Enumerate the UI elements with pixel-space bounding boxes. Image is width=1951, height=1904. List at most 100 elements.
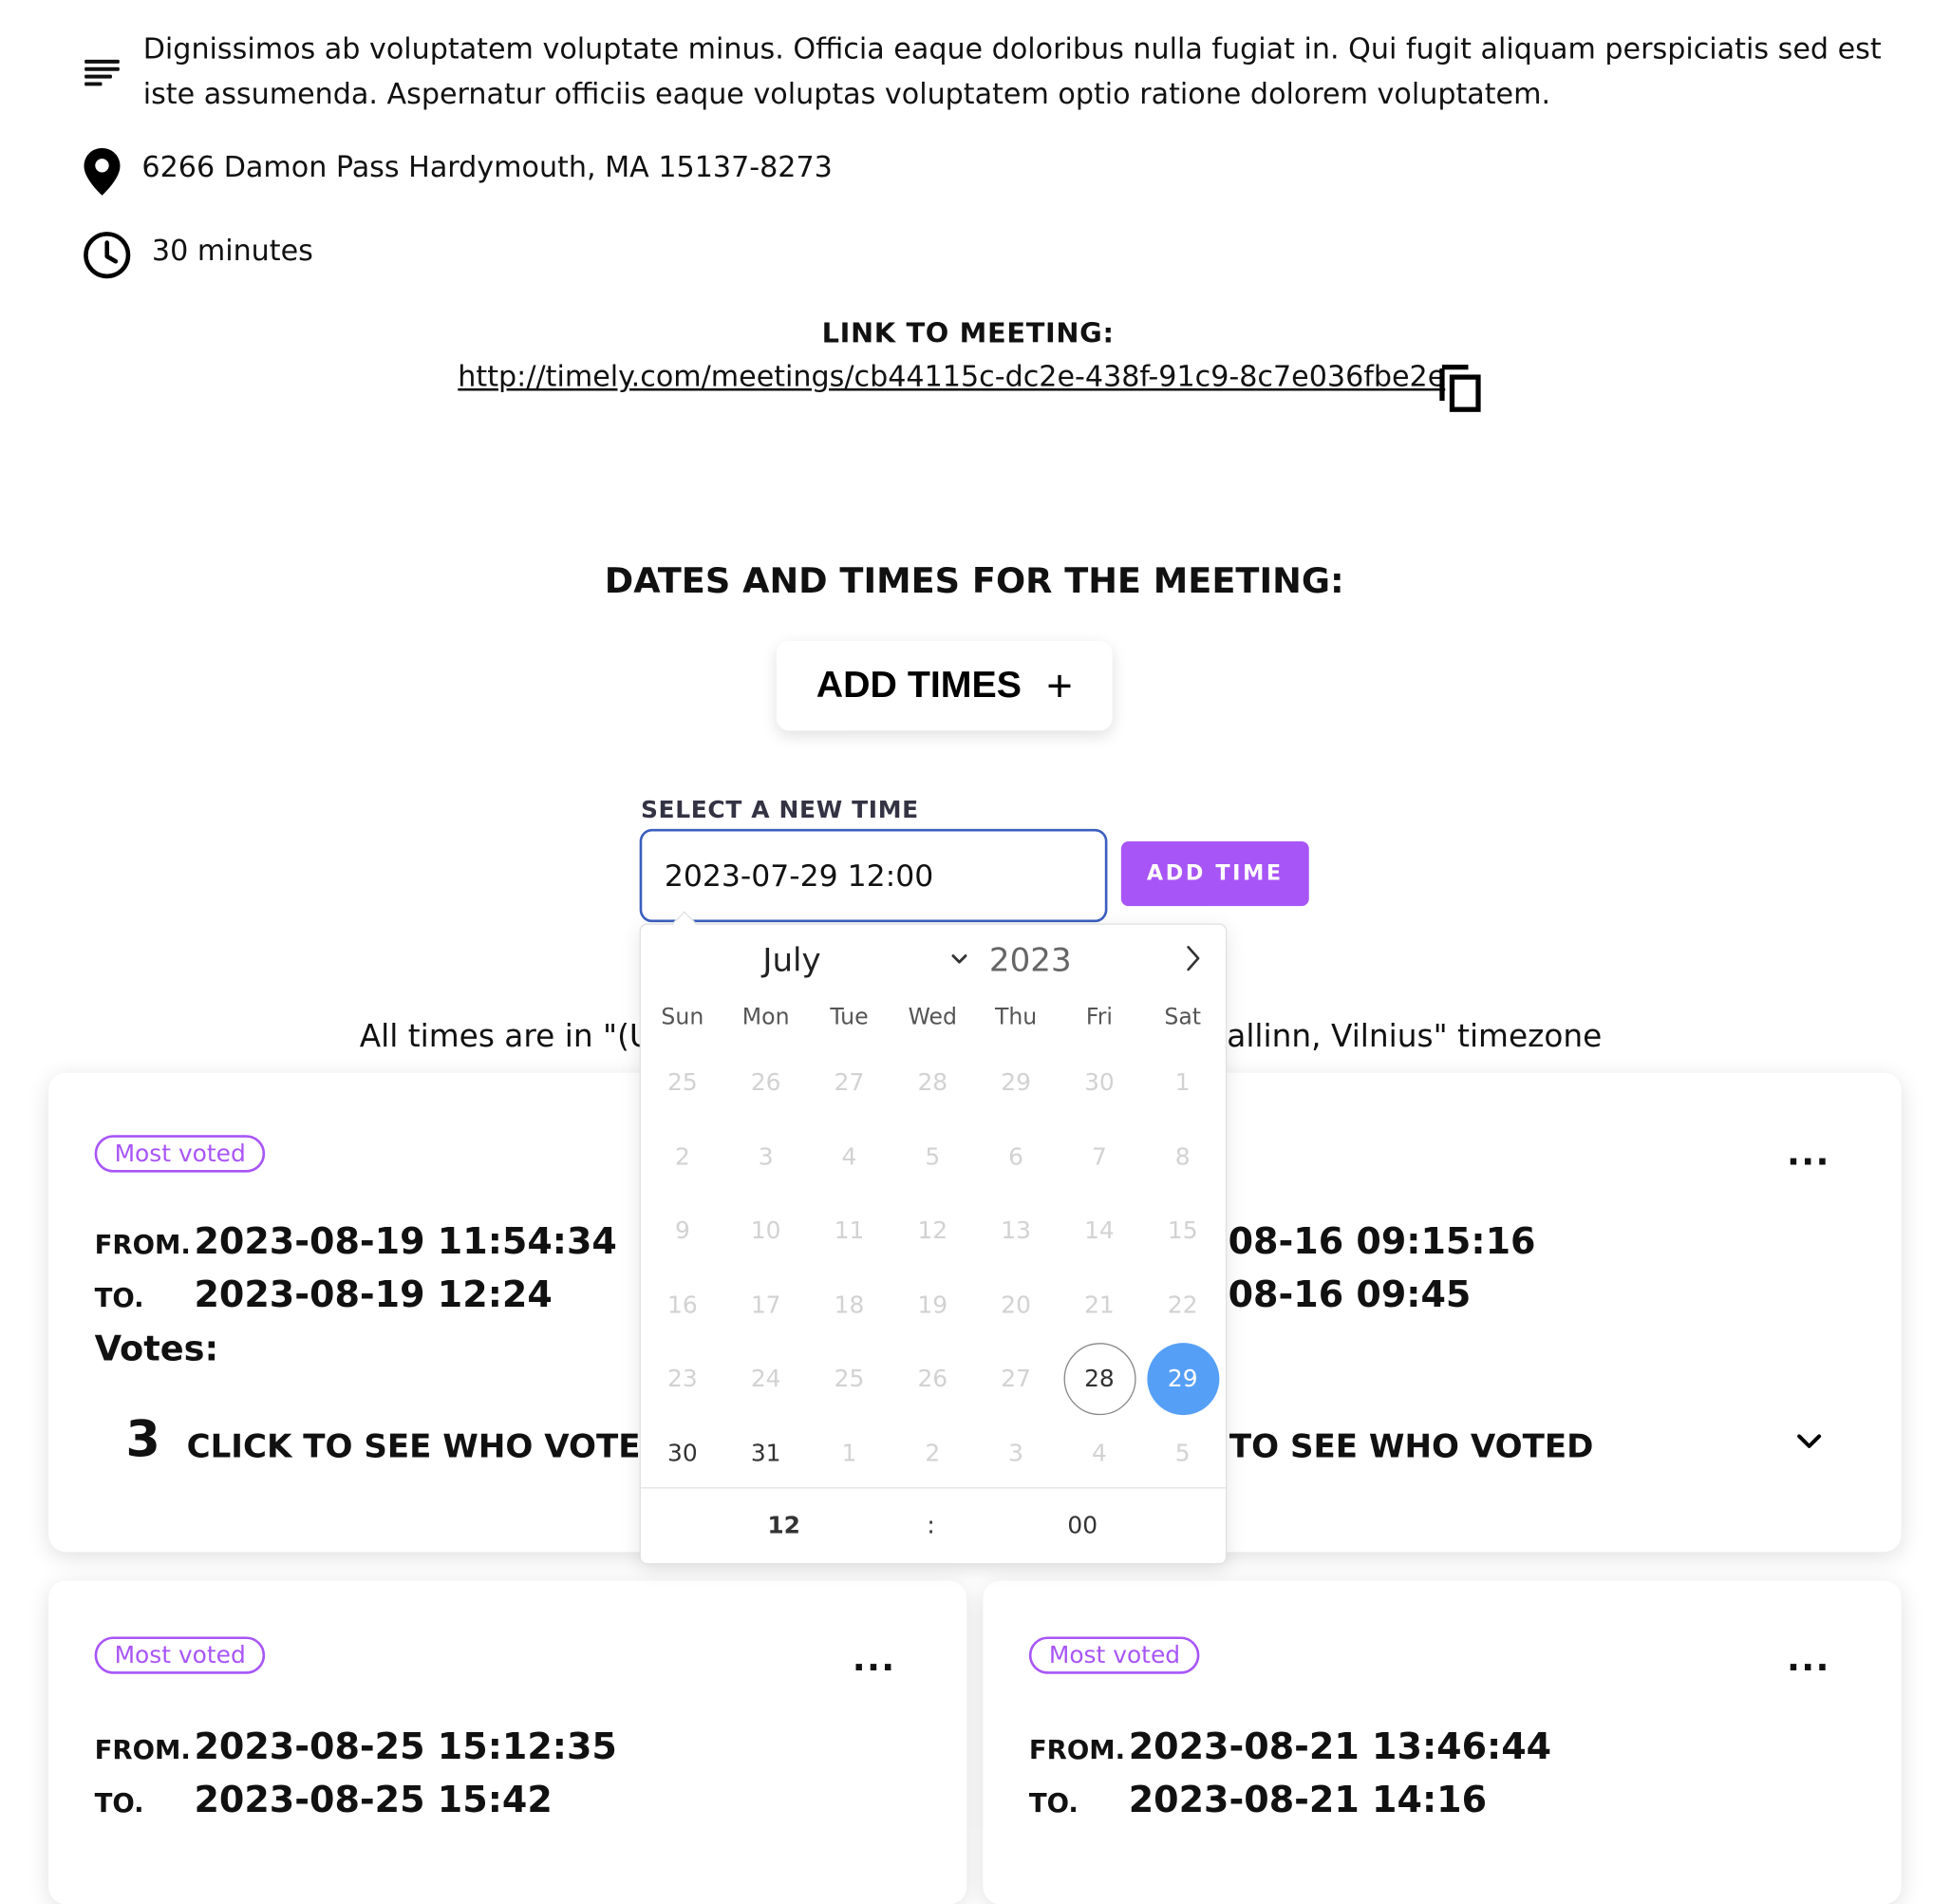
weekday-header: Sat bbox=[1164, 1004, 1202, 1031]
votes-label: Votes: bbox=[94, 1328, 219, 1369]
meeting-location: 6266 Damon Pass Hardymouth, MA 15137-827… bbox=[141, 151, 833, 184]
datetime-input[interactable] bbox=[639, 828, 1108, 923]
calendar-day-today[interactable]: 28 bbox=[1062, 1343, 1135, 1416]
location-pin-icon bbox=[84, 147, 121, 196]
select-time-label: SELECT A NEW TIME bbox=[640, 796, 919, 824]
most-voted-badge: Most voted bbox=[94, 1636, 266, 1674]
see-voters-button[interactable]: CLICK TO SEE WHO VOTED bbox=[187, 1429, 667, 1466]
next-month-icon[interactable] bbox=[1181, 940, 1206, 977]
divider bbox=[640, 1487, 1226, 1489]
from-label: FROM. bbox=[1028, 1734, 1126, 1765]
calendar-day: 14 bbox=[1084, 1216, 1115, 1245]
calendar-day: 11 bbox=[834, 1216, 865, 1245]
time-separator: : bbox=[927, 1512, 935, 1540]
meeting-link[interactable]: http://timely.com/meetings/cb44115c-dc2e… bbox=[458, 361, 1445, 393]
more-options-button[interactable]: ... bbox=[1787, 1133, 1830, 1174]
link-label: LINK TO MEETING: bbox=[821, 318, 1115, 350]
calendar-day: 3 bbox=[1008, 1439, 1024, 1467]
calendar-day: 1 bbox=[1174, 1068, 1191, 1097]
to-label: TO. bbox=[1028, 1788, 1079, 1819]
add-time-button[interactable]: ADD TIME bbox=[1120, 840, 1309, 907]
minute-input[interactable]: 00 bbox=[1014, 1512, 1151, 1539]
weekday-header: Fri bbox=[1085, 1004, 1113, 1031]
calendar-day: 4 bbox=[841, 1142, 857, 1171]
calendar-day: 17 bbox=[750, 1291, 781, 1319]
plus-icon: + bbox=[1046, 659, 1073, 711]
from-label: FROM. bbox=[94, 1229, 191, 1260]
calendar-day: 1 bbox=[841, 1439, 857, 1467]
add-times-button[interactable]: ADD TIMES + bbox=[776, 640, 1113, 731]
dates-section-title: DATES AND TIMES FOR THE MEETING: bbox=[604, 559, 1344, 602]
calendar-day: 7 bbox=[1091, 1142, 1107, 1171]
calendar-day: 30 bbox=[1084, 1068, 1115, 1097]
calendar-day: 27 bbox=[1001, 1365, 1031, 1393]
from-label: FROM. bbox=[94, 1734, 191, 1765]
from-value: 2023-08-21 13:46:44 bbox=[1128, 1725, 1552, 1768]
calendar-day: 2 bbox=[674, 1142, 690, 1171]
year-input[interactable]: 2023 bbox=[989, 942, 1072, 979]
calendar-day: 9 bbox=[674, 1216, 690, 1245]
chevron-down-icon[interactable] bbox=[949, 952, 969, 968]
calendar-day: 15 bbox=[1167, 1216, 1198, 1245]
month-select[interactable]: July bbox=[762, 942, 820, 979]
calendar-day: 12 bbox=[917, 1216, 948, 1245]
to-value: 2023-08-21 14:16 bbox=[1128, 1778, 1488, 1821]
timezone-note-left: All times are in "(U bbox=[359, 1018, 652, 1055]
chevron-down-icon[interactable] bbox=[1795, 1431, 1823, 1451]
to-label: TO. bbox=[94, 1788, 144, 1819]
from-value: 2023-08-25 15:12:35 bbox=[194, 1725, 617, 1768]
calendar-day: 18 bbox=[834, 1291, 865, 1319]
add-times-label: ADD TIMES bbox=[816, 664, 1022, 707]
calendar-day: 22 bbox=[1167, 1291, 1198, 1319]
weekday-header: Sun bbox=[661, 1004, 704, 1031]
meeting-description: Dignissimos ab voluptatem voluptate minu… bbox=[142, 33, 1882, 111]
calendar-day: 28 bbox=[917, 1068, 948, 1097]
calendar-day: 29 bbox=[1001, 1068, 1031, 1097]
calendar-day: 6 bbox=[1008, 1142, 1024, 1171]
calendar-day: 23 bbox=[667, 1365, 698, 1393]
calendar-day: 8 bbox=[1174, 1142, 1191, 1171]
calendar-day: 3 bbox=[758, 1142, 774, 1171]
weekday-header: Thu bbox=[994, 1004, 1038, 1031]
more-options-button[interactable]: ... bbox=[1787, 1638, 1830, 1679]
calendar-day: 25 bbox=[834, 1365, 865, 1393]
weekday-header: Tue bbox=[830, 1004, 869, 1031]
vote-count: 3 bbox=[125, 1411, 160, 1469]
calendar-day: 5 bbox=[925, 1142, 941, 1171]
calendar-day: 26 bbox=[917, 1365, 948, 1393]
weekday-header: Wed bbox=[908, 1004, 958, 1031]
date-picker-popup: July 2023 Sun Mon Tue Wed Thu Fri Sat 25 26 27 28… bbox=[639, 911, 1228, 1565]
calendar-day[interactable]: 30 bbox=[647, 1417, 719, 1489]
meeting-duration: 30 minutes bbox=[151, 235, 313, 268]
more-options-button[interactable]: ... bbox=[853, 1638, 896, 1679]
hour-input[interactable]: 12 bbox=[716, 1512, 853, 1539]
see-voters-button[interactable]: TO SEE WHO VOTED bbox=[1229, 1429, 1594, 1466]
calendar-day: 2 bbox=[925, 1439, 941, 1467]
calendar-day: 24 bbox=[750, 1365, 781, 1393]
calendar-day: 25 bbox=[667, 1068, 698, 1097]
calendar-day: 13 bbox=[1001, 1216, 1031, 1245]
calendar-day: 26 bbox=[750, 1068, 781, 1097]
copy-icon[interactable] bbox=[1438, 364, 1483, 413]
calendar-day: 4 bbox=[1091, 1439, 1107, 1467]
time-slot-card: Most voted ... FROM. 2023-08-21 13:46:44… bbox=[983, 1580, 1902, 1904]
calendar-day: 16 bbox=[667, 1291, 698, 1319]
from-value: 2023-08-19 11:54:34 bbox=[194, 1219, 617, 1262]
calendar-day: 27 bbox=[834, 1068, 865, 1097]
calendar-day: 21 bbox=[1084, 1291, 1115, 1319]
calendar-day[interactable]: 31 bbox=[730, 1417, 802, 1489]
most-voted-badge: Most voted bbox=[1028, 1636, 1201, 1674]
calendar-day: 19 bbox=[917, 1291, 948, 1319]
clock-icon bbox=[84, 232, 131, 279]
time-slot-card: Most voted ... FROM. 2023-08-25 15:12:35… bbox=[48, 1580, 967, 1904]
notes-icon bbox=[84, 59, 120, 86]
calendar-day: 5 bbox=[1174, 1439, 1191, 1467]
calendar-day-selected[interactable]: 29 bbox=[1146, 1343, 1219, 1416]
calendar-day: 20 bbox=[1001, 1291, 1031, 1319]
weekday-header: Mon bbox=[741, 1004, 790, 1031]
to-value: 2023-08-25 15:42 bbox=[194, 1778, 553, 1821]
most-voted-badge: Most voted bbox=[94, 1135, 266, 1173]
calendar-day: 10 bbox=[750, 1216, 781, 1245]
to-value: 2023-08-19 12:24 bbox=[194, 1272, 553, 1316]
from-value: -08-16 09:15:16 bbox=[1212, 1219, 1536, 1262]
